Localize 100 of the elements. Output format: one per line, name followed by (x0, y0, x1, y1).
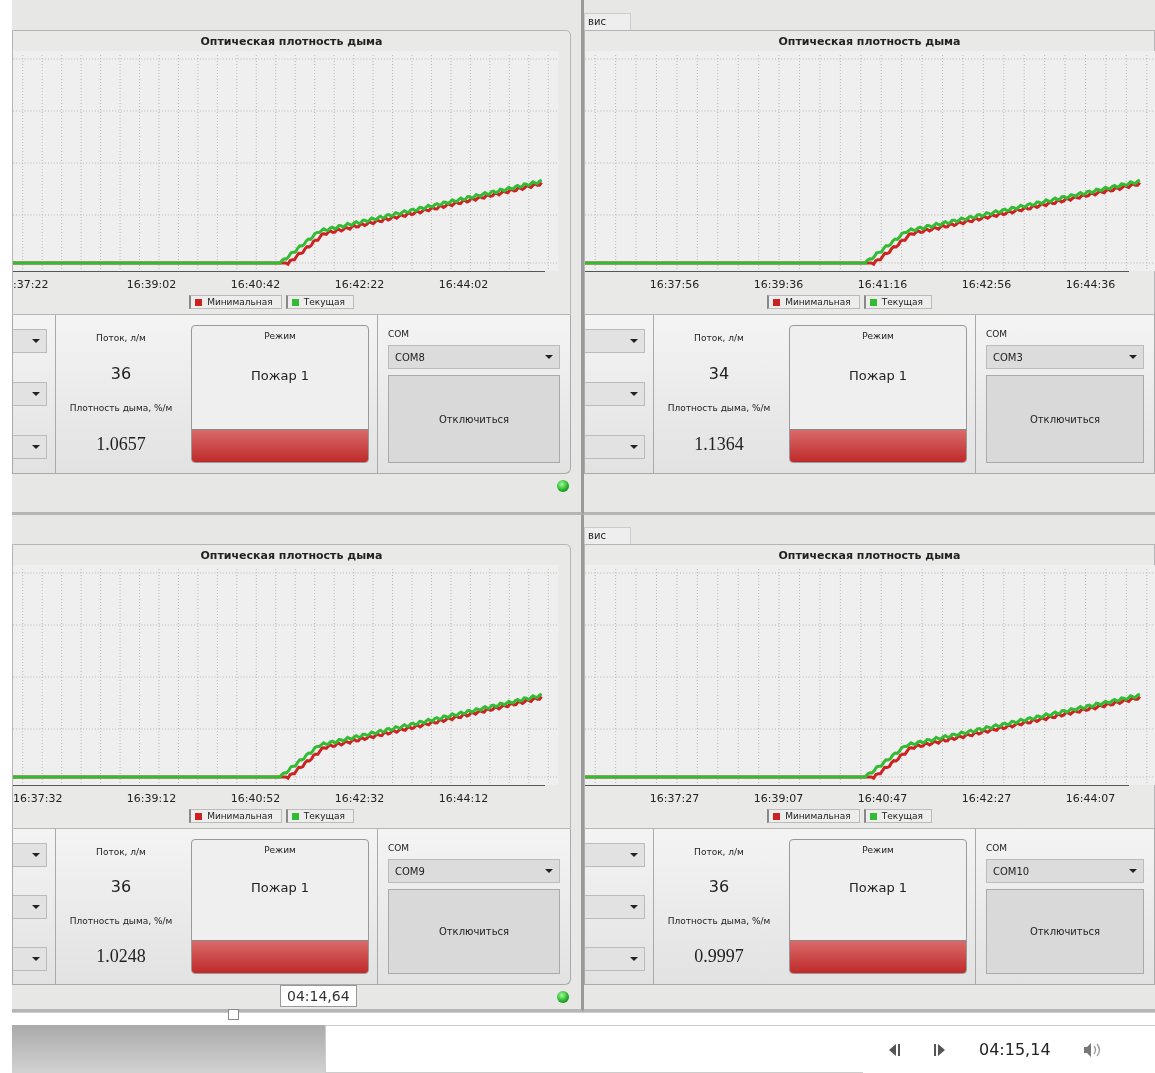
flow-label: Поток, л/м (96, 333, 146, 344)
density-label: Плотность дыма, %/м (69, 403, 173, 414)
flow-value: 36 (110, 877, 132, 897)
com-label: COM (388, 843, 410, 854)
axis-tick-label: 16:44:36 (1064, 278, 1117, 291)
axis-tick-label: 16:37:32 (13, 792, 64, 806)
axis-tick-label: 16:42:32 (333, 792, 386, 806)
com-label: COM (986, 329, 1008, 339)
dropdown[interactable] (13, 894, 47, 919)
axis-tick-label: 16:37:56 (648, 278, 701, 291)
axis-tick-label: 16:37:27 (648, 792, 701, 806)
axis-tick-label: 16:39:02 (125, 278, 178, 291)
mode-value: Пожар 1 (250, 366, 310, 385)
flow-value: 34 (708, 363, 730, 383)
caret-icon (630, 444, 638, 449)
dropdown[interactable] (13, 434, 47, 459)
density-value: 1.0657 (96, 433, 146, 455)
dropdown[interactable] (585, 894, 645, 919)
caret-icon (32, 956, 40, 961)
axis-tick-label: 16:44:07 (1064, 792, 1117, 806)
time-tooltip: 04:14,64 (280, 985, 357, 1007)
legend-item: Текущая (863, 809, 932, 824)
trim-handle[interactable] (228, 1009, 239, 1020)
mode-label: Режим (862, 844, 894, 856)
caret-icon (32, 444, 40, 449)
caret-icon (630, 904, 638, 909)
axis-tick-label: 16:39:07 (752, 792, 805, 806)
density-value: 1.1364 (694, 433, 744, 455)
flow-label: Поток, л/м (694, 847, 744, 858)
legend-item: Минимальная (189, 809, 282, 824)
flow-label: Поток, л/м (694, 333, 744, 344)
axis-tick-label: 16:40:42 (229, 278, 282, 291)
com-label: COM (388, 329, 410, 339)
flow-value: 36 (708, 877, 730, 897)
current-time: 04:15,14 (979, 1040, 1051, 1059)
caret-icon (545, 355, 553, 359)
mode-label: Режим (264, 844, 296, 856)
caret-icon (630, 853, 638, 858)
mode-label: Режим (862, 330, 894, 341)
caret-icon (32, 392, 40, 396)
chart-title: Оптическая плотность дыма (777, 34, 962, 50)
axis-tick-label: 16:41:16 (856, 278, 909, 291)
tab[interactable]: вис (584, 527, 631, 545)
density-value: 1.0248 (96, 945, 146, 967)
caret-icon (630, 392, 638, 396)
axis-tick-label: 16:44:12 (437, 792, 490, 806)
chart-title: Оптическая плотность дыма (777, 548, 962, 565)
disconnect-button[interactable]: Отключиться (986, 375, 1144, 463)
axis-tick-label: :37:22 (13, 278, 50, 291)
axis-tick-label: 16:40:47 (856, 792, 909, 806)
flow-value: 36 (110, 363, 132, 383)
disconnect-button[interactable]: Отключиться (388, 375, 560, 463)
caret-icon (1129, 869, 1137, 874)
density-label: Плотность дыма, %/м (667, 403, 771, 414)
dropdown[interactable] (585, 329, 645, 354)
caret-icon (630, 956, 638, 961)
disconnect-button[interactable]: Отключиться (986, 889, 1144, 975)
volume-icon[interactable] (1082, 1041, 1103, 1058)
caret-icon (1129, 355, 1137, 359)
axis-tick-label: 16:40:52 (229, 792, 282, 806)
dropdown[interactable] (13, 843, 47, 868)
density-value: 0.9997 (694, 945, 744, 967)
caret-icon (32, 853, 40, 858)
axis-tick-label: 16:39:12 (125, 792, 178, 806)
mode-label: Режим (264, 330, 296, 341)
legend-item: Минимальная (767, 809, 860, 824)
com-dropdown[interactable]: COM10 (986, 859, 1144, 884)
legend-item: Текущая (863, 295, 932, 309)
legend-item: Минимальная (189, 295, 282, 309)
legend-item: Текущая (285, 295, 354, 309)
com-dropdown[interactable]: COM3 (986, 345, 1144, 369)
legend-item: Минимальная (767, 295, 860, 309)
tab[interactable]: вис (584, 13, 631, 30)
caret-icon (32, 904, 40, 909)
disconnect-button[interactable]: Отключиться (388, 889, 560, 975)
dropdown[interactable] (13, 946, 47, 971)
chart-title: Оптическая плотность дыма (199, 548, 384, 565)
dropdown[interactable] (585, 843, 645, 868)
density-label: Плотность дыма, %/м (667, 915, 771, 926)
step-back-icon[interactable] (887, 1042, 901, 1057)
axis-tick-label: 16:39:36 (752, 278, 805, 291)
step-forward-icon[interactable] (933, 1042, 947, 1057)
caret-icon (32, 339, 40, 344)
mode-value: Пожар 1 (848, 366, 908, 385)
axis-tick-label: 16:42:27 (960, 792, 1013, 806)
mode-value: Пожар 1 (848, 879, 908, 898)
axis-tick-label: 16:42:56 (960, 278, 1013, 291)
dropdown[interactable] (13, 382, 47, 406)
chart-title: Оптическая плотность дыма (199, 34, 384, 50)
com-label: COM (986, 843, 1008, 854)
density-label: Плотность дыма, %/м (69, 915, 173, 926)
caret-icon (545, 869, 553, 874)
dropdown[interactable] (13, 329, 47, 354)
caret-icon (630, 339, 638, 344)
axis-tick-label: 16:42:22 (333, 278, 386, 291)
com-dropdown[interactable]: COM8 (388, 345, 560, 369)
axis-tick-label: 16:44:02 (437, 278, 490, 291)
com-dropdown[interactable]: COM9 (388, 859, 560, 884)
flow-label: Поток, л/м (96, 847, 146, 858)
mode-value: Пожар 1 (250, 879, 310, 898)
